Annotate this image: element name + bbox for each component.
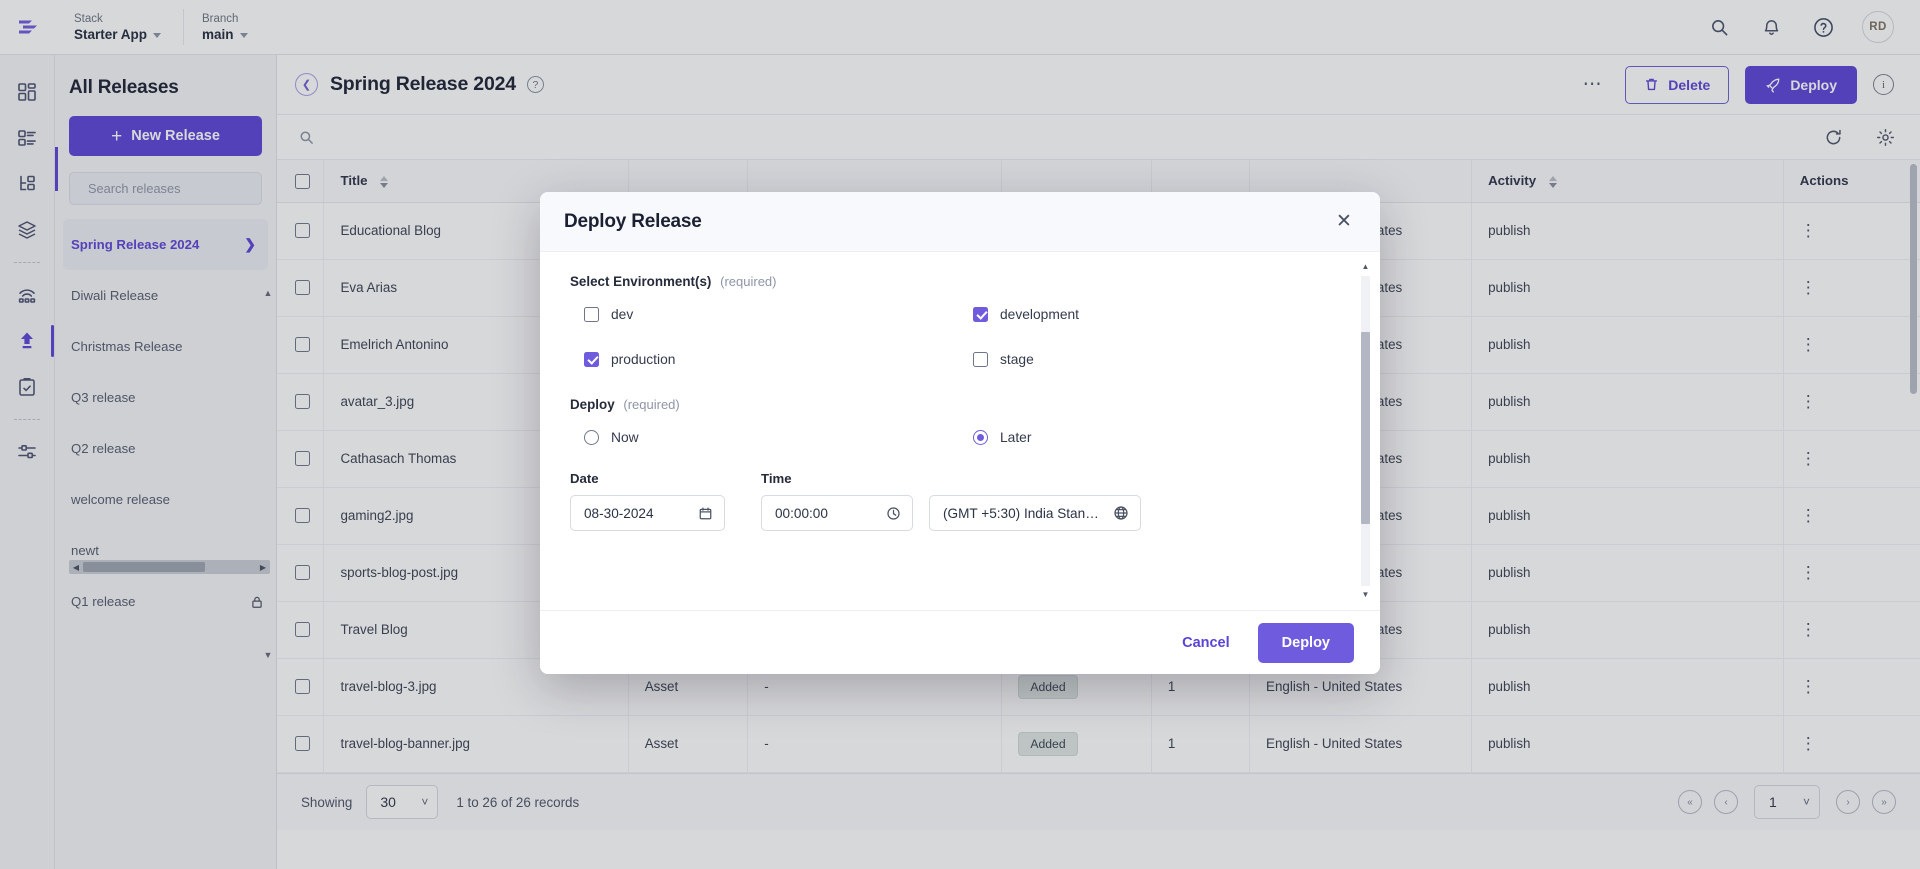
clock-icon[interactable] [886, 506, 901, 521]
deploy-radio[interactable] [584, 430, 599, 445]
environments-required-note: (required) [720, 274, 777, 289]
environment-checkbox[interactable] [584, 352, 599, 367]
date-label: Date [570, 471, 599, 486]
environment-checkbox[interactable] [584, 307, 599, 322]
environment-checkbox-grid: dev development production stage [570, 307, 1350, 367]
close-x-icon[interactable]: ✕ [1332, 210, 1356, 234]
environments-label: Select Environment(s) (required) [570, 274, 1350, 289]
deploy-radio[interactable] [973, 430, 988, 445]
date-field-group: Date 08-30-2024 [570, 471, 725, 531]
environment-option-stage[interactable]: stage [973, 352, 1350, 367]
globe-icon[interactable] [1113, 505, 1129, 521]
environment-label: dev [611, 307, 634, 322]
dialog-deploy-button[interactable]: Deploy [1257, 622, 1354, 663]
dialog-title: Deploy Release [564, 210, 702, 232]
environment-label: development [1000, 307, 1080, 322]
deploy-timing-label: Deploy (required) [570, 397, 1350, 412]
time-value: 00:00:00 [775, 505, 828, 521]
time-field-group: Time 00:00:00 (GMT +5:30) India Standar.… [761, 471, 1141, 531]
environments-label-text: Select Environment(s) [570, 274, 712, 289]
deploy-release-dialog: Deploy Release ✕ Select Environment(s) (… [540, 192, 1380, 674]
dialog-header: Deploy Release ✕ [540, 192, 1380, 252]
time-label: Time [761, 471, 792, 486]
deploy-option-label: Later [1000, 430, 1032, 445]
environment-label: stage [1000, 352, 1034, 367]
deploy-option-label: Now [611, 430, 639, 445]
dialog-scrollbar[interactable]: ▲ ▼ [1359, 262, 1372, 600]
time-and-timezone: 00:00:00 (GMT +5:30) India Standar... [761, 495, 1141, 531]
scrollbar-thumb[interactable] [1361, 331, 1370, 524]
deploy-timing-radio-grid: Now Later [570, 430, 1350, 445]
environment-option-production[interactable]: production [584, 352, 961, 367]
date-input[interactable]: 08-30-2024 [570, 495, 725, 531]
environment-label: production [611, 352, 676, 367]
scrollbar-track[interactable] [1361, 276, 1370, 586]
date-value: 08-30-2024 [584, 505, 654, 521]
dialog-footer: Cancel Deploy [540, 610, 1380, 674]
schedule-row: Date 08-30-2024 Time 00:00:00 (GMT +5:30… [570, 471, 1350, 531]
timezone-value: (GMT +5:30) India Standar... [943, 505, 1105, 521]
cancel-button[interactable]: Cancel [1168, 624, 1244, 662]
deploy-timing-label-text: Deploy [570, 397, 615, 412]
environment-option-dev[interactable]: dev [584, 307, 961, 322]
deploy-option-now[interactable]: Now [584, 430, 961, 445]
environment-checkbox[interactable] [973, 307, 988, 322]
scroll-up-icon[interactable]: ▲ [1362, 262, 1370, 272]
deploy-option-later[interactable]: Later [973, 430, 1350, 445]
deploy-required-note: (required) [623, 397, 680, 412]
dialog-body: Select Environment(s) (required) dev dev… [540, 252, 1380, 610]
calendar-icon[interactable] [698, 506, 713, 521]
time-input[interactable]: 00:00:00 [761, 495, 913, 531]
environment-option-development[interactable]: development [973, 307, 1350, 322]
timezone-select[interactable]: (GMT +5:30) India Standar... [929, 495, 1141, 531]
environment-checkbox[interactable] [973, 352, 988, 367]
scroll-down-icon[interactable]: ▼ [1362, 590, 1370, 600]
